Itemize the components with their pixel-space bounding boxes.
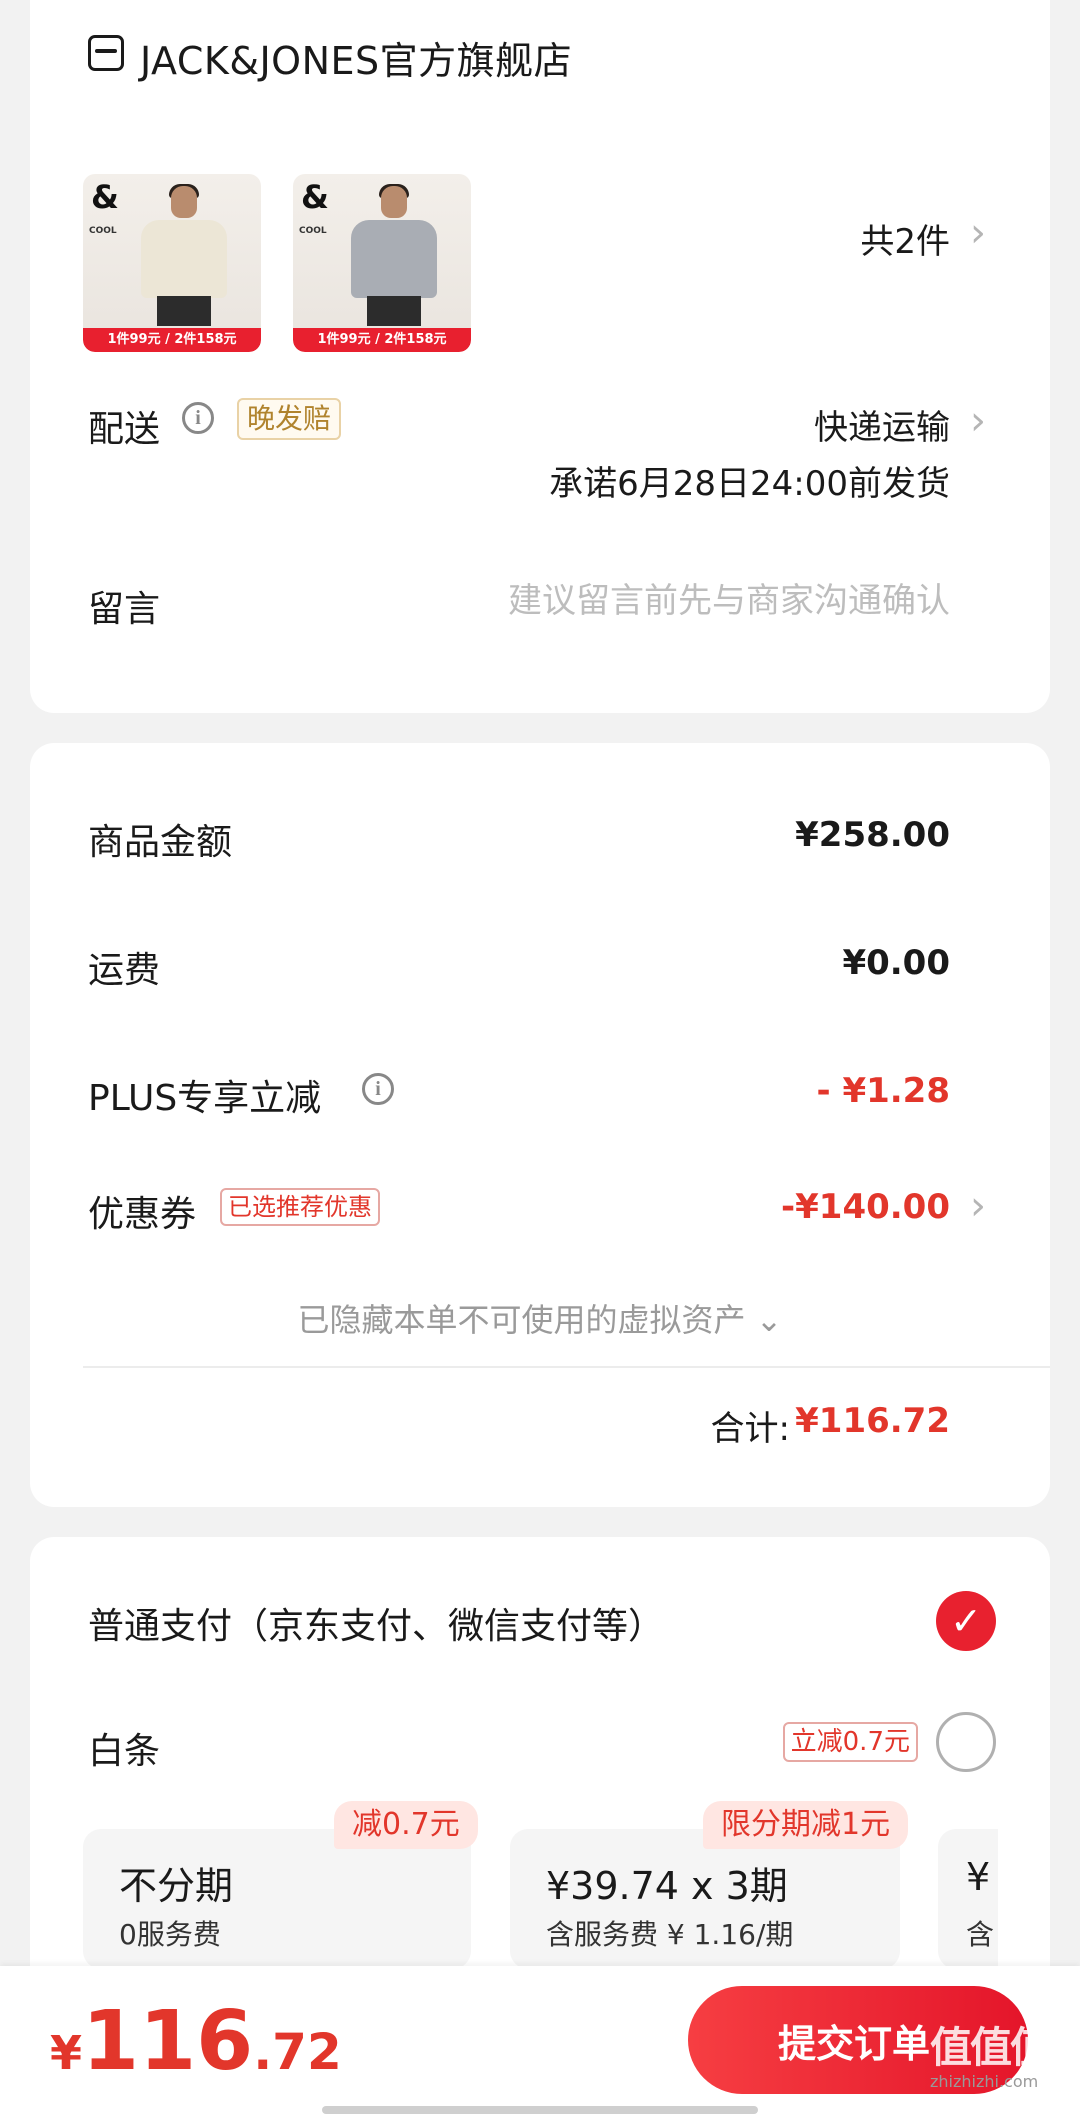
- chevron-right-icon[interactable]: ›: [970, 1183, 986, 1229]
- installment-option[interactable]: 不分期 0服务费: [83, 1829, 471, 1969]
- currency-symbol: ¥: [50, 2026, 83, 2080]
- installment-fee: 含服务费 ¥ 1.16/期: [546, 1918, 794, 1951]
- installment-title: 不分期: [119, 1864, 234, 1908]
- home-indicator[interactable]: [322, 2106, 758, 2114]
- watermark-url: zhizhizhi.com: [930, 2072, 1039, 2091]
- shipping-fee-label: 运费: [88, 950, 161, 991]
- total-value: ¥116.72: [795, 1401, 950, 1441]
- radio-unselected-icon[interactable]: [936, 1712, 996, 1772]
- total-integer: 116: [82, 1994, 254, 2089]
- cool-mark: COOL: [89, 226, 117, 236]
- store-icon: [88, 35, 124, 71]
- goods-amount-value: ¥258.00: [795, 815, 950, 855]
- price-banner: 1件99元 / 2件158元: [293, 328, 471, 352]
- shipping-fee-value: ¥0.00: [842, 943, 950, 983]
- info-icon[interactable]: i: [182, 402, 214, 434]
- chevron-right-icon[interactable]: ›: [970, 398, 986, 444]
- chevron-right-icon[interactable]: ›: [970, 210, 986, 256]
- brand-logo: &: [301, 178, 329, 216]
- installment-option[interactable]: ¥39.74 x 3期 含服务费 ¥ 1.16/期: [510, 1829, 900, 1969]
- check-selected-icon[interactable]: ✓: [936, 1591, 996, 1651]
- installment-tag: 减0.7元: [334, 1801, 478, 1849]
- plus-discount-label: PLUS专享立减: [88, 1078, 322, 1119]
- store-name[interactable]: JACK&JONES官方旗舰店: [140, 30, 572, 85]
- baitiao-discount-badge: 立减0.7元: [782, 1722, 918, 1762]
- installment-fee: 0服务费: [119, 1918, 221, 1951]
- divider: [83, 1366, 1050, 1368]
- shipping-method[interactable]: 快递运输: [814, 400, 950, 449]
- product-thumbnail[interactable]: & COOL 1件99元 / 2件158元: [293, 174, 471, 352]
- total-label: 合计:: [710, 1409, 790, 1449]
- plus-discount-value: - ¥1.28: [816, 1071, 951, 1111]
- delivery-label: 配送: [88, 409, 161, 450]
- shipping-promise: 承诺6月28日24:00前发货: [549, 464, 950, 504]
- installment-option[interactable]: ¥ 含: [938, 1829, 998, 1969]
- footer-total: ¥116.72: [50, 1994, 342, 2089]
- amount-card: 商品金额 ¥258.00 运费 ¥0.00 PLUS专享立减 i - ¥1.28…: [30, 743, 1050, 1507]
- brand-logo: &: [91, 178, 119, 216]
- info-icon[interactable]: i: [362, 1073, 394, 1105]
- message-input[interactable]: [350, 576, 950, 626]
- coupon-status-badge: 已选推荐优惠: [220, 1188, 380, 1226]
- item-count[interactable]: 共2件: [860, 214, 950, 263]
- baitiao-label[interactable]: 白条: [88, 1722, 160, 1774]
- cool-mark: COOL: [299, 226, 327, 236]
- hidden-assets-toggle[interactable]: 已隐藏本单不可使用的虚拟资产 ⌄: [30, 1295, 1050, 1341]
- bottom-bar: ¥116.72 提交订单 值值值 zhizhizhi.com: [0, 1966, 1080, 2118]
- product-thumbnail[interactable]: & COOL 1件99元 / 2件158元: [83, 174, 261, 352]
- model-image: [133, 184, 233, 326]
- installment-fee: 含: [966, 1918, 995, 1951]
- installment-tag: 限分期减1元: [703, 1801, 909, 1849]
- total-decimal: .72: [253, 2023, 342, 2081]
- late-compensation-badge: 晚发赔: [237, 398, 342, 440]
- goods-amount-label: 商品金额: [88, 822, 233, 863]
- coupon-value[interactable]: -¥140.00: [781, 1187, 950, 1227]
- watermark: 值值值: [930, 2023, 1052, 2072]
- installment-title: ¥: [966, 1855, 991, 1899]
- normal-payment-label[interactable]: 普通支付（京东支付、微信支付等）: [88, 1597, 664, 1649]
- price-banner: 1件99元 / 2件158元: [83, 328, 261, 352]
- store-card: JACK&JONES官方旗舰店 & COOL 1件99元 / 2件158元 & …: [30, 0, 1050, 713]
- coupon-label: 优惠券: [88, 1194, 197, 1235]
- installment-title: ¥39.74 x 3期: [546, 1864, 788, 1908]
- message-label: 留言: [88, 589, 161, 630]
- model-image: [343, 184, 443, 326]
